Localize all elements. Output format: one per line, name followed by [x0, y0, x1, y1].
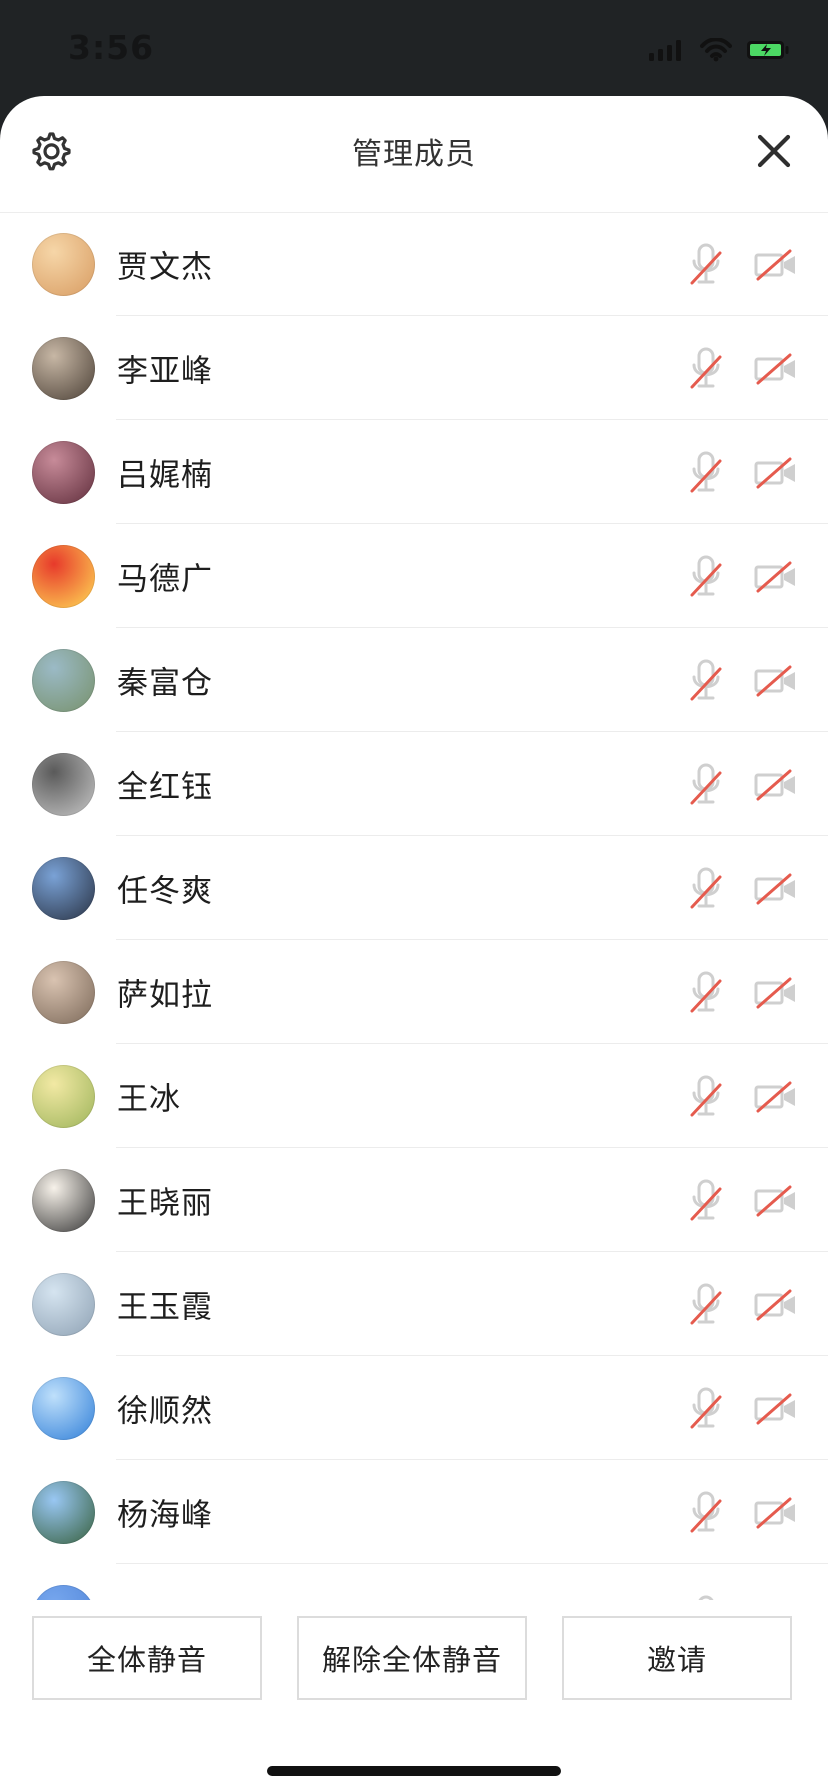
member-name: 吕娓楠	[117, 457, 213, 494]
mic-off-icon[interactable]	[688, 451, 724, 495]
battery-icon	[747, 41, 789, 59]
camera-off-icon[interactable]	[754, 456, 798, 490]
avatar[interactable]	[32, 1065, 95, 1128]
mic-off-icon[interactable]	[688, 1075, 724, 1119]
member-row[interactable]: 王冰	[0, 1044, 828, 1148]
page-title: 管理成员	[352, 137, 476, 172]
camera-off-icon[interactable]	[754, 1392, 798, 1426]
member-name: 任冬爽	[117, 873, 213, 910]
status-icons	[648, 36, 790, 64]
member-row[interactable]: 全红钰	[0, 732, 828, 836]
avatar[interactable]	[32, 1169, 95, 1232]
avatar[interactable]	[32, 961, 95, 1024]
avatar[interactable]	[32, 1273, 95, 1336]
wifi-icon	[700, 38, 732, 62]
member-row[interactable]: 王玉霞	[0, 1252, 828, 1356]
avatar[interactable]	[32, 1377, 95, 1440]
member-name: 贾文杰	[117, 249, 213, 286]
member-name: 全红钰	[117, 769, 213, 806]
avatar[interactable]	[32, 441, 95, 504]
camera-off-icon[interactable]	[754, 1184, 798, 1218]
member-name: 秦富仓	[117, 665, 213, 702]
avatar[interactable]	[32, 545, 95, 608]
member-row[interactable]: 萨如拉	[0, 940, 828, 1044]
close-icon[interactable]	[750, 127, 798, 175]
camera-off-icon[interactable]	[754, 352, 798, 386]
camera-off-icon[interactable]	[754, 768, 798, 802]
avatar[interactable]	[32, 233, 95, 296]
member-row[interactable]: 杨海峰	[0, 1460, 828, 1564]
camera-off-icon[interactable]	[754, 1288, 798, 1322]
avatar[interactable]	[32, 1481, 95, 1544]
avatar[interactable]	[32, 1585, 95, 1600]
member-name: 王晓丽	[117, 1185, 213, 1222]
member-name: 杨海峰	[117, 1497, 213, 1534]
member-row[interactable]: 任冬爽	[0, 836, 828, 940]
mic-off-icon[interactable]	[688, 1491, 724, 1535]
mic-off-icon[interactable]	[688, 763, 724, 807]
member-name: 萨如拉	[117, 977, 213, 1014]
member-row[interactable]: 杨立东	[0, 1564, 828, 1600]
member-row[interactable]: 贾文杰	[0, 212, 828, 316]
avatar[interactable]	[32, 753, 95, 816]
mute-all-button[interactable]: 全体静音	[32, 1616, 262, 1700]
mic-off-icon[interactable]	[688, 347, 724, 391]
mic-off-icon[interactable]	[688, 1179, 724, 1223]
mic-off-icon[interactable]	[688, 867, 724, 911]
home-indicator	[267, 1766, 561, 1776]
camera-off-icon[interactable]	[754, 560, 798, 594]
avatar[interactable]	[32, 337, 95, 400]
camera-off-icon[interactable]	[754, 1496, 798, 1530]
member-row[interactable]: 李亚峰	[0, 316, 828, 420]
mic-off-icon[interactable]	[688, 1283, 724, 1327]
manage-members-sheet: 管理成员 贾文杰 李亚峰 吕娓楠 马德广 秦富仓 全红钰 任冬爽 萨如拉 王冰 …	[0, 96, 828, 1792]
signal-icon	[649, 40, 681, 61]
member-name: 王冰	[117, 1081, 181, 1118]
unmute-all-button[interactable]: 解除全体静音	[297, 1616, 527, 1700]
status-bar: 3:56	[0, 0, 828, 96]
invite-button[interactable]: 邀请	[562, 1616, 792, 1700]
status-time: 3:56	[68, 28, 155, 67]
sheet-header: 管理成员	[0, 96, 828, 213]
member-row[interactable]: 吕娓楠	[0, 420, 828, 524]
member-row[interactable]: 徐顺然	[0, 1356, 828, 1460]
action-bar: 全体静音 解除全体静音 邀请	[0, 1600, 828, 1720]
mic-off-icon[interactable]	[688, 555, 724, 599]
member-name: 马德广	[117, 561, 213, 598]
member-name: 徐顺然	[117, 1393, 213, 1430]
member-list: 贾文杰 李亚峰 吕娓楠 马德广 秦富仓 全红钰 任冬爽 萨如拉 王冰 王晓丽 王…	[0, 212, 828, 1600]
camera-off-icon[interactable]	[754, 976, 798, 1010]
member-row[interactable]: 马德广	[0, 524, 828, 628]
member-name: 王玉霞	[117, 1289, 213, 1326]
camera-off-icon[interactable]	[754, 248, 798, 282]
avatar[interactable]	[32, 857, 95, 920]
camera-off-icon[interactable]	[754, 1080, 798, 1114]
mic-off-icon[interactable]	[688, 659, 724, 703]
mic-off-icon[interactable]	[688, 243, 724, 287]
member-row[interactable]: 秦富仓	[0, 628, 828, 732]
mic-off-icon[interactable]	[688, 1387, 724, 1431]
mic-off-icon[interactable]	[688, 971, 724, 1015]
avatar[interactable]	[32, 649, 95, 712]
camera-off-icon[interactable]	[754, 872, 798, 906]
member-name: 李亚峰	[117, 353, 213, 390]
member-row[interactable]: 王晓丽	[0, 1148, 828, 1252]
camera-off-icon[interactable]	[754, 664, 798, 698]
